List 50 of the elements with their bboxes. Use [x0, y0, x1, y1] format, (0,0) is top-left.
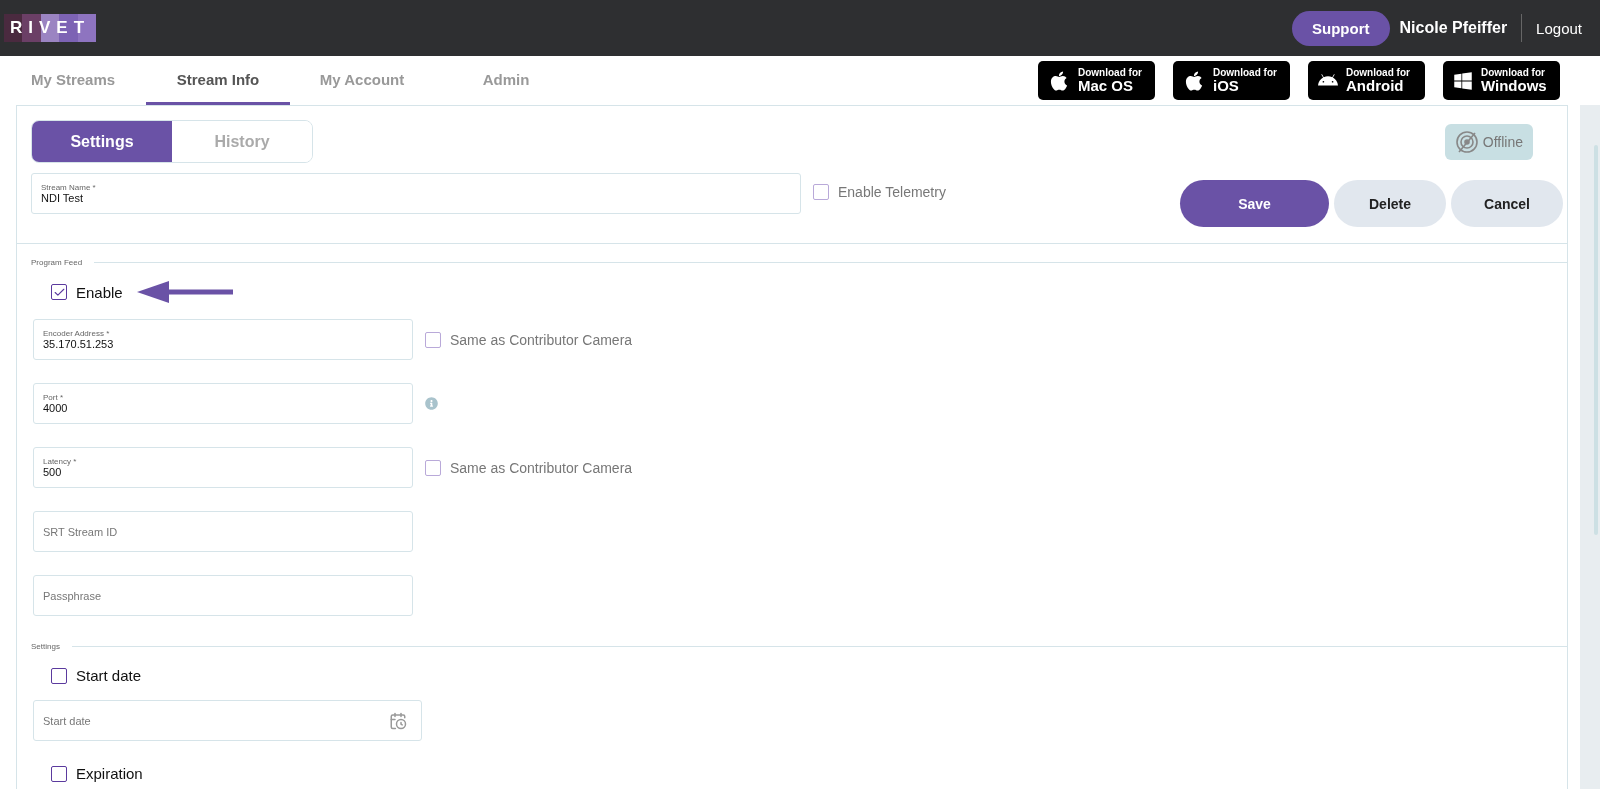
download-button[interactable]: Download for Android — [1308, 61, 1425, 100]
checkbox-label: Enable — [76, 283, 123, 301]
nav-tab[interactable]: Stream Info — [146, 56, 290, 105]
action-button[interactable]: Delete — [1334, 180, 1446, 227]
field-label: Stream Name * — [41, 183, 97, 192]
input-field[interactable]: Encoder Address * 35.170.51.253 — [33, 319, 413, 360]
text-input[interactable]: Passphrase — [43, 589, 367, 602]
text-input[interactable]: 500 — [43, 466, 367, 478]
checkbox[interactable] — [425, 459, 441, 476]
download-button[interactable]: Download for Windows — [1443, 61, 1560, 100]
user-name: Nicole Pfeiffer — [1399, 14, 1523, 42]
action-button[interactable]: Save — [1180, 180, 1329, 227]
input-field[interactable]: Port * 4000 — [33, 383, 413, 424]
checkbox[interactable] — [51, 765, 67, 782]
text-input[interactable]: SRT Stream ID — [43, 525, 367, 538]
section-legend: Program Feed — [31, 258, 83, 267]
support-button[interactable]: Support — [1292, 10, 1390, 46]
text-input[interactable]: Start date — [43, 714, 376, 727]
download-button[interactable]: Download for iOS — [1173, 61, 1290, 100]
text-input[interactable]: 4000 — [43, 402, 367, 414]
action-button[interactable]: Cancel — [1451, 180, 1563, 227]
checkbox-label: Same as Contributor Camera — [450, 331, 633, 348]
logout-link[interactable]: Logout — [1536, 19, 1582, 37]
field-label: Port * — [43, 393, 64, 402]
apple-icon — [1048, 69, 1070, 92]
segment-tab[interactable]: Settings — [32, 121, 172, 162]
checkbox[interactable] — [813, 184, 829, 200]
checkbox-label: Enable Telemetry — [838, 184, 946, 200]
field-label: Latency * — [43, 457, 78, 466]
checkbox[interactable] — [51, 667, 67, 684]
input-field[interactable]: SRT Stream ID — [33, 511, 413, 552]
section-legend: Settings — [31, 642, 60, 651]
calendar-icon[interactable] — [389, 712, 407, 730]
status-badge: Offline — [1444, 123, 1533, 160]
checkbox-label: Start date — [76, 667, 142, 684]
checkbox[interactable] — [51, 284, 67, 300]
checkbox-label: Same as Contributor Camera — [450, 459, 633, 476]
checkbox-label: Expiration — [76, 765, 143, 782]
input-field[interactable]: Start date — [33, 700, 422, 741]
checkbox[interactable] — [425, 331, 441, 348]
windows-icon — [1453, 70, 1473, 91]
download-button[interactable]: Download for Mac OS — [1038, 61, 1155, 100]
input-field[interactable]: Stream Name * NDI Test — [31, 173, 801, 214]
input-field[interactable]: Passphrase — [33, 575, 413, 616]
input-field[interactable]: Latency * 500 — [33, 447, 413, 488]
text-input[interactable]: NDI Test — [41, 192, 716, 204]
text-input[interactable]: 35.170.51.253 — [43, 338, 367, 350]
apple-icon — [1183, 69, 1205, 92]
field-label: Encoder Address * — [43, 329, 111, 338]
info-icon[interactable] — [425, 397, 438, 410]
